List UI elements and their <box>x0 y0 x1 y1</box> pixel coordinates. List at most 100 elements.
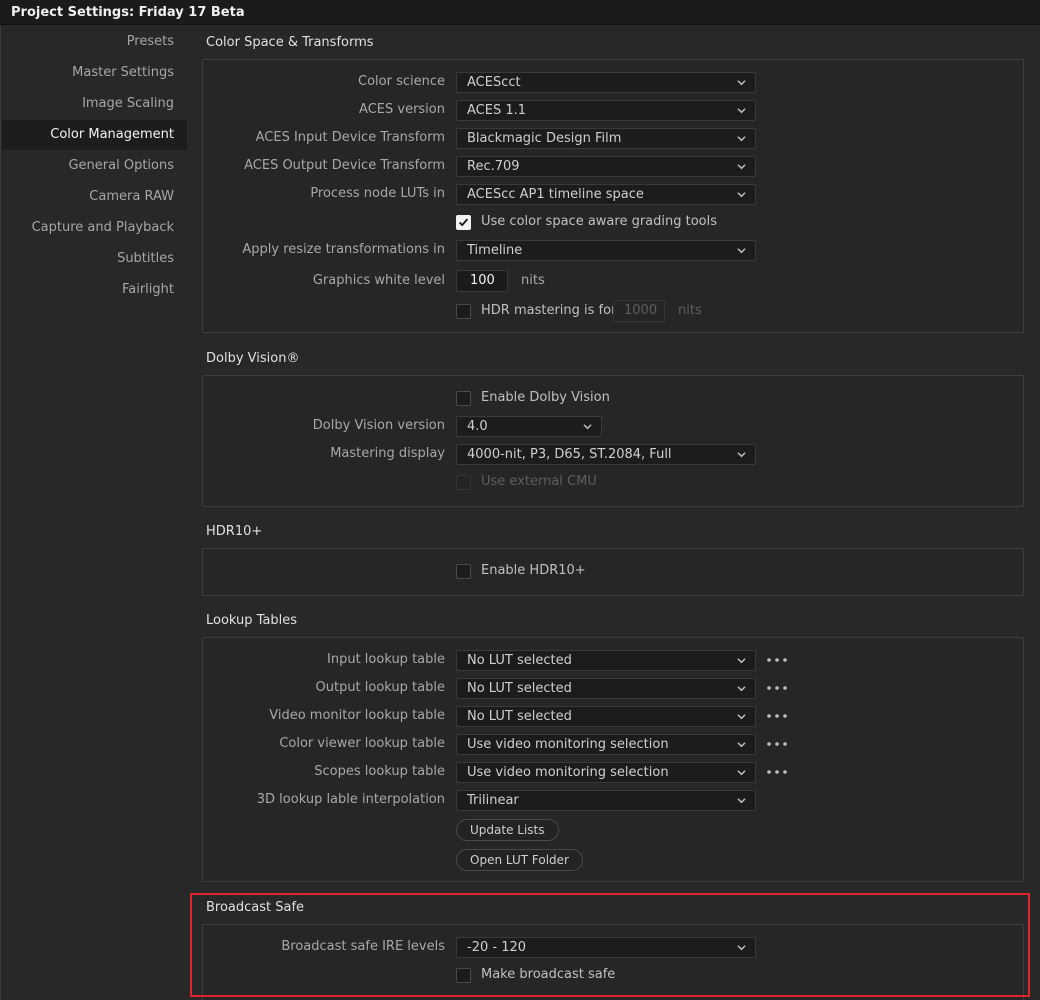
chevron-down-icon <box>737 164 746 170</box>
color-viewer-lut-value: Use video monitoring selection <box>467 737 669 752</box>
dolby-enable-row: Enable Dolby Vision <box>203 387 1023 409</box>
hdr10-panel: Enable HDR10+ <box>202 548 1024 596</box>
aces-odt-dropdown[interactable]: Rec.709 <box>456 156 756 177</box>
sidebar-item-subtitles[interactable]: Subtitles <box>117 244 174 274</box>
sidebar-item-master-settings[interactable]: Master Settings <box>72 58 174 88</box>
scopes-lut-value: Use video monitoring selection <box>467 765 669 780</box>
mastering-display-row: Mastering display 4000-nit, P3, D65, ST.… <box>203 443 1023 465</box>
dolby-version-value: 4.0 <box>467 419 488 434</box>
chevron-down-icon <box>737 136 746 142</box>
hdr-mastering-unit: nits <box>678 303 702 318</box>
dolby-version-label: Dolby Vision version <box>312 418 445 433</box>
external-cmu-checkbox[interactable] <box>456 475 471 490</box>
chevron-down-icon <box>737 714 746 720</box>
resize-dropdown[interactable]: Timeline <box>456 240 756 261</box>
aces-version-value: ACES 1.1 <box>467 103 527 118</box>
aces-idt-row: ACES Input Device Transform Blackmagic D… <box>203 127 1023 149</box>
hdr-mastering-input[interactable]: 1000 <box>613 300 665 322</box>
scopes-lut-dropdown[interactable]: Use video monitoring selection <box>456 762 756 783</box>
hdr10-section-title: HDR10+ <box>206 524 263 539</box>
more-options-icon[interactable] <box>766 678 788 698</box>
more-options-icon[interactable] <box>766 762 788 782</box>
mastering-display-dropdown[interactable]: 4000-nit, P3, D65, ST.2084, Full <box>456 444 756 465</box>
settings-sidebar: Presets Master Settings Image Scaling Co… <box>0 25 187 1000</box>
color-viewer-lut-row: Color viewer lookup table Use video moni… <box>203 733 1023 755</box>
sidebar-item-color-management[interactable]: Color Management <box>2 120 187 150</box>
process-luts-dropdown[interactable]: ACEScc AP1 timeline space <box>456 184 756 205</box>
hdr-mastering-label: HDR mastering is for <box>481 303 617 318</box>
chevron-down-icon <box>737 452 746 458</box>
chevron-down-icon <box>737 770 746 776</box>
white-level-input[interactable]: 100 <box>456 270 508 292</box>
sidebar-item-presets[interactable]: Presets <box>127 27 174 57</box>
lut-interp-value: Trilinear <box>467 793 519 808</box>
lut-interp-row: 3D lookup lable interpolation Trilinear <box>203 789 1023 811</box>
make-broadcast-safe-checkbox[interactable] <box>456 968 471 983</box>
broadcast-panel: Broadcast safe IRE levels -20 - 120 Make… <box>202 924 1024 1000</box>
hdr-mastering-row: HDR mastering is for 1000 nits <box>203 300 1023 322</box>
color-science-label: Color science <box>358 74 445 89</box>
sidebar-item-capture-playback[interactable]: Capture and Playback <box>32 213 174 243</box>
output-lut-row: Output lookup table No LUT selected <box>203 677 1023 699</box>
input-lut-value: No LUT selected <box>467 653 572 668</box>
sidebar-item-camera-raw[interactable]: Camera RAW <box>89 182 174 212</box>
color-space-section-title: Color Space & Transforms <box>206 35 374 50</box>
grading-tools-row: Use color space aware grading tools <box>203 211 1023 233</box>
input-lut-dropdown[interactable]: No LUT selected <box>456 650 756 671</box>
hdr10-enable-checkbox[interactable] <box>456 564 471 579</box>
color-viewer-lut-label: Color viewer lookup table <box>279 736 445 751</box>
more-options-icon[interactable] <box>766 706 788 726</box>
white-level-row: Graphics white level 100 nits <box>203 270 1023 292</box>
update-lists-button[interactable]: Update Lists <box>456 819 559 841</box>
mastering-display-label: Mastering display <box>330 446 445 461</box>
broadcast-ire-dropdown[interactable]: -20 - 120 <box>456 937 756 958</box>
lut-interp-dropdown[interactable]: Trilinear <box>456 790 756 811</box>
chevron-down-icon <box>737 686 746 692</box>
settings-main: Color Space & Transforms Color science A… <box>187 25 1040 1000</box>
open-lut-folder-button[interactable]: Open LUT Folder <box>456 849 583 871</box>
broadcast-ire-value: -20 - 120 <box>467 940 527 955</box>
output-lut-label: Output lookup table <box>315 680 446 695</box>
aces-idt-label: ACES Input Device Transform <box>255 130 445 145</box>
more-options-icon[interactable] <box>766 734 788 754</box>
aces-odt-row: ACES Output Device Transform Rec.709 <box>203 155 1023 177</box>
resize-row: Apply resize transformations in Timeline <box>203 239 1023 261</box>
checkmark-icon <box>458 218 469 227</box>
more-options-icon[interactable] <box>766 650 788 670</box>
chevron-down-icon <box>737 742 746 748</box>
hdr-mastering-checkbox[interactable] <box>456 304 471 319</box>
broadcast-ire-row: Broadcast safe IRE levels -20 - 120 <box>203 936 1023 958</box>
grading-tools-checkbox[interactable] <box>456 215 471 230</box>
aces-version-dropdown[interactable]: ACES 1.1 <box>456 100 756 121</box>
color-science-value: ACEScct <box>467 75 521 90</box>
color-science-dropdown[interactable]: ACEScct <box>456 72 756 93</box>
output-lut-dropdown[interactable]: No LUT selected <box>456 678 756 699</box>
white-level-unit: nits <box>521 273 545 288</box>
sidebar-item-fairlight[interactable]: Fairlight <box>122 275 174 305</box>
video-monitor-lut-dropdown[interactable]: No LUT selected <box>456 706 756 727</box>
color-viewer-lut-dropdown[interactable]: Use video monitoring selection <box>456 734 756 755</box>
make-broadcast-safe-label: Make broadcast safe <box>481 967 616 982</box>
window-title: Project Settings: Friday 17 Beta <box>0 0 1040 25</box>
video-monitor-lut-row: Video monitor lookup table No LUT select… <box>203 705 1023 727</box>
chevron-down-icon <box>737 658 746 664</box>
dolby-version-row: Dolby Vision version 4.0 <box>203 415 1023 437</box>
chevron-down-icon <box>737 248 746 254</box>
chevron-down-icon <box>737 192 746 198</box>
sidebar-item-general-options[interactable]: General Options <box>68 151 174 181</box>
video-monitor-lut-label: Video monitor lookup table <box>269 708 445 723</box>
aces-idt-dropdown[interactable]: Blackmagic Design Film <box>456 128 756 149</box>
luts-panel: Input lookup table No LUT selected Outpu… <box>202 637 1024 882</box>
color-space-panel: Color science ACEScct ACES version ACES … <box>202 59 1024 333</box>
sidebar-item-image-scaling[interactable]: Image Scaling <box>82 89 174 119</box>
aces-odt-label: ACES Output Device Transform <box>244 158 445 173</box>
dolby-enable-checkbox[interactable] <box>456 391 471 406</box>
dolby-section-title: Dolby Vision® <box>206 351 300 366</box>
dolby-version-dropdown[interactable]: 4.0 <box>456 416 602 437</box>
process-luts-row: Process node LUTs in ACEScc AP1 timeline… <box>203 183 1023 205</box>
external-cmu-label: Use external CMU <box>481 474 597 489</box>
hdr10-enable-row: Enable HDR10+ <box>203 560 1023 582</box>
color-science-row: Color science ACEScct <box>203 71 1023 93</box>
chevron-down-icon <box>737 798 746 804</box>
input-lut-row: Input lookup table No LUT selected <box>203 649 1023 671</box>
